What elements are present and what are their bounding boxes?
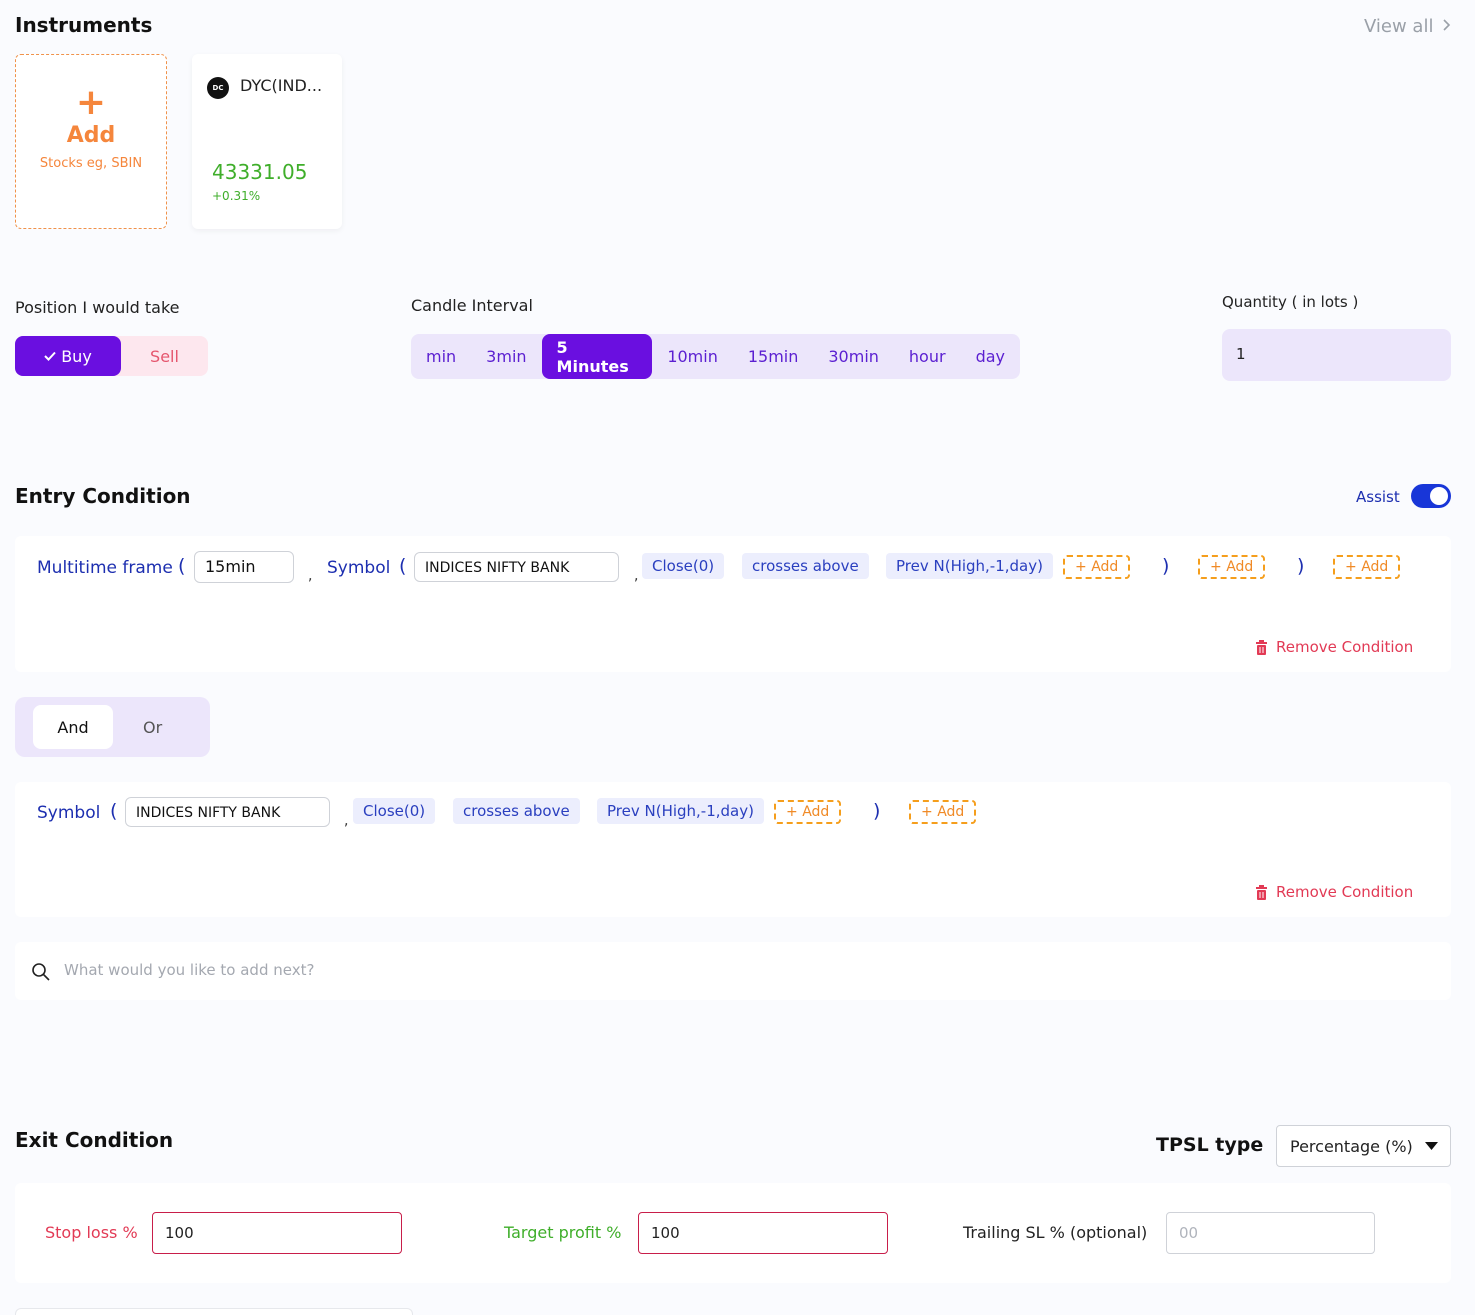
add-chip[interactable]: + Add — [1333, 555, 1401, 579]
add-instrument-card[interactable]: + Add Stocks eg, SBIN — [15, 54, 167, 229]
instruments-title: Instruments — [15, 13, 153, 37]
open-paren: ( — [399, 555, 407, 577]
close-paren: ) — [1297, 555, 1305, 577]
position-label: Position I would take — [15, 298, 180, 317]
interval-option[interactable]: day — [961, 334, 1020, 379]
view-all-label: View all — [1364, 16, 1434, 37]
buy-button[interactable]: Buy — [15, 336, 121, 376]
quantity-input[interactable]: 1 — [1222, 329, 1451, 381]
close-paren: ) — [1162, 555, 1170, 577]
add-instrument-label: Add — [66, 123, 116, 148]
add-chip[interactable]: + Add — [1198, 555, 1266, 579]
remove-condition-button[interactable]: Remove Condition — [1255, 883, 1413, 901]
candle-interval-label: Candle Interval — [411, 296, 533, 315]
instrument-change: +0.31% — [212, 189, 261, 203]
multitime-frame-input[interactable]: 15min — [194, 551, 294, 583]
add-chip-label: Add — [802, 804, 830, 820]
position-toggle: Buy Sell — [15, 336, 208, 376]
exit-condition-panel: Stop loss % 100 Target profit % 100 Trai… — [15, 1183, 1451, 1283]
open-paren: ( — [178, 555, 186, 577]
candle-interval-group: min 3min 5 Minutes 10min 15min 30min hou… — [411, 334, 1020, 379]
add-chip-label: Add — [1226, 559, 1254, 575]
interval-option[interactable]: 10min — [652, 334, 733, 379]
logic-toggle: And Or — [15, 697, 210, 757]
add-chip-label: Add — [1361, 559, 1389, 575]
add-next-search[interactable]: What would you like to add next? — [15, 942, 1451, 1000]
remove-condition-label: Remove Condition — [1276, 638, 1414, 656]
buy-label: Buy — [61, 346, 92, 366]
close-chip[interactable]: Close(0) — [353, 798, 436, 824]
entry-condition-1: Multitime frame ( 15min , Symbol ( INDIC… — [15, 536, 1451, 672]
operator-chip[interactable]: crosses above — [742, 553, 869, 579]
multitime-frame-label: Multitime frame — [37, 558, 173, 578]
interval-option[interactable]: 30min — [813, 334, 894, 379]
chevron-right-icon — [1441, 16, 1451, 37]
target-profit-label: Target profit % — [504, 1223, 622, 1242]
add-chip[interactable]: + Add — [774, 800, 842, 824]
check-icon — [44, 351, 56, 361]
entry-condition-2: Symbol ( INDICES NIFTY BANK , Close(0) c… — [15, 782, 1451, 917]
and-button[interactable]: And — [33, 705, 113, 749]
close-chip[interactable]: Close(0) — [642, 553, 725, 579]
interval-option[interactable]: hour — [894, 334, 961, 379]
comma: , — [344, 813, 349, 829]
instrument-price: 43331.05 — [212, 160, 308, 184]
interval-option[interactable]: min — [411, 334, 471, 379]
entry-condition-title: Entry Condition — [15, 484, 191, 508]
next-panel-edge — [15, 1308, 413, 1315]
add-chip-label: Add — [1091, 559, 1119, 575]
add-chip-label: Add — [937, 804, 965, 820]
quantity-label: Quantity ( in lots ) — [1222, 293, 1359, 311]
instrument-card[interactable]: DC DYC(IND... 43331.05 +0.31% — [192, 54, 342, 229]
target-profit-input[interactable]: 100 — [638, 1212, 888, 1254]
caret-down-icon — [1425, 1142, 1438, 1151]
prev-n-chip[interactable]: Prev N(High,-1,day) — [886, 553, 1053, 579]
stop-loss-label: Stop loss % — [45, 1223, 138, 1242]
tpsl-type-select[interactable]: Percentage (%) — [1276, 1125, 1451, 1167]
stop-loss-input[interactable]: 100 — [152, 1212, 402, 1254]
symbol-input[interactable]: INDICES NIFTY BANK — [125, 797, 330, 827]
tpsl-type-value: Percentage (%) — [1290, 1137, 1413, 1156]
trash-icon — [1255, 884, 1268, 900]
view-all-link[interactable]: View all — [1364, 16, 1451, 37]
trailing-sl-label: Trailing SL % (optional) — [963, 1223, 1148, 1242]
tpsl-type-label: TPSL type — [1156, 1134, 1264, 1156]
plus-icon: + — [75, 82, 107, 123]
symbol-input[interactable]: INDICES NIFTY BANK — [414, 552, 619, 582]
toggle-knob — [1430, 487, 1448, 505]
operator-chip[interactable]: crosses above — [453, 798, 580, 824]
assist-label: Assist — [1356, 488, 1400, 506]
interval-option-selected[interactable]: 5 Minutes — [541, 334, 653, 379]
or-button[interactable]: Or — [143, 705, 203, 749]
comma: , — [634, 568, 639, 584]
exit-condition-title: Exit Condition — [15, 1128, 174, 1152]
close-paren: ) — [873, 800, 881, 822]
remove-condition-label: Remove Condition — [1276, 883, 1414, 901]
add-chip[interactable]: + Add — [909, 800, 977, 824]
symbol-label: Symbol — [327, 558, 391, 578]
sell-label: Sell — [150, 346, 179, 366]
comma: , — [308, 568, 313, 584]
add-instrument-hint: Stocks eg, SBIN — [39, 156, 143, 171]
prev-n-chip[interactable]: Prev N(High,-1,day) — [597, 798, 764, 824]
search-icon — [31, 962, 51, 982]
trailing-sl-input[interactable]: 00 — [1166, 1212, 1375, 1254]
symbol-label: Symbol — [37, 803, 101, 823]
search-placeholder: What would you like to add next? — [64, 961, 315, 979]
add-chip[interactable]: + Add — [1063, 555, 1131, 579]
assist-toggle[interactable] — [1411, 484, 1451, 508]
interval-option[interactable]: 3min — [471, 334, 541, 379]
sell-button[interactable]: Sell — [121, 336, 208, 376]
remove-condition-button[interactable]: Remove Condition — [1255, 638, 1413, 656]
instrument-name: DYC(IND... — [240, 76, 323, 95]
instrument-logo: DC — [207, 77, 229, 99]
trash-icon — [1255, 639, 1268, 655]
interval-option[interactable]: 15min — [733, 334, 814, 379]
open-paren: ( — [110, 800, 118, 822]
